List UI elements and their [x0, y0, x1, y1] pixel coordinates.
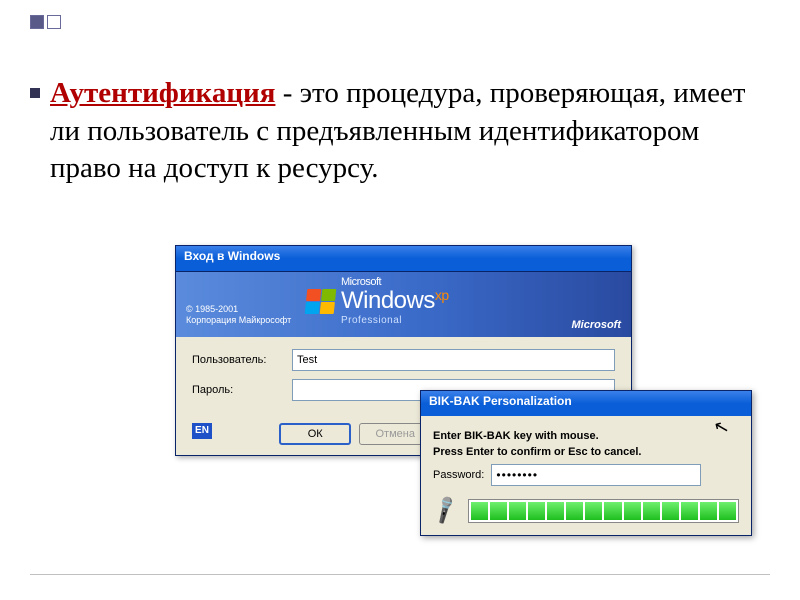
bikbak-instruction-2: Press Enter to confirm or Esc to cancel.: [433, 446, 739, 458]
bikbak-progress-row: 🎤: [433, 498, 739, 523]
copyright-text: © 1985-2001 Корпорация Майкрософт: [186, 304, 291, 326]
definition-paragraph: Аутентификация - это процедура, проверяю…: [50, 75, 750, 188]
bikbak-body: ↖ Enter BIK-BAK key with mouse. Press En…: [421, 416, 751, 535]
windows-login-banner: © 1985-2001 Корпорация Майкрософт Micros…: [176, 272, 631, 337]
username-row: Пользователь:: [192, 349, 615, 371]
slide-bottom-rule: [30, 574, 770, 575]
bikbak-progress-bar: [468, 499, 739, 523]
bikbak-password-row: Password:: [433, 464, 739, 486]
windows-flag-icon: [305, 289, 337, 314]
microsoft-footer-logo: Microsoft: [572, 319, 622, 331]
bikbak-titlebar[interactable]: BIK-BAK Personalization: [421, 391, 751, 416]
language-indicator[interactable]: EN: [192, 423, 212, 439]
bikbak-instruction-1: Enter BIK-BAK key with mouse.: [433, 430, 739, 442]
username-input[interactable]: [292, 349, 615, 371]
bikbak-dialog: BIK-BAK Personalization ↖ Enter BIK-BAK …: [420, 390, 752, 536]
windows-logo: Microsoft Windowsxp Professional: [306, 278, 449, 326]
username-label: Пользователь:: [192, 354, 292, 366]
microphone-icon: 🎤: [428, 493, 462, 527]
bikbak-password-input[interactable]: [491, 464, 701, 486]
windows-login-titlebar[interactable]: Вход в Windows: [176, 246, 631, 272]
password-label: Пароль:: [192, 384, 292, 396]
bullet-icon: [30, 88, 40, 98]
definition-term: Аутентификация: [50, 77, 275, 109]
bikbak-password-label: Password:: [433, 469, 484, 481]
windows-wordmark: Microsoft Windowsxp Professional: [341, 278, 449, 326]
slide-corner-decoration: [30, 15, 61, 29]
ok-button[interactable]: ОК: [279, 423, 351, 445]
